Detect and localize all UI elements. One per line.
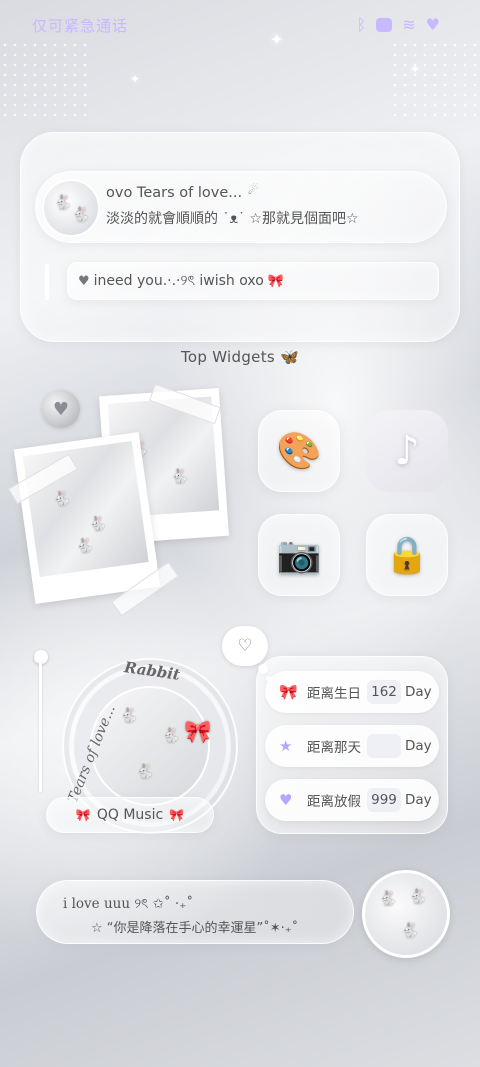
tonearm	[34, 650, 48, 800]
quote-line-1: i love uuu ୨ৎ ✩˚ ‧₊˚	[63, 896, 194, 912]
countdown-row[interactable]: ♥ 距离放假 999 Day	[265, 779, 439, 821]
countdown-row[interactable]: 🎀 距离生日 162 Day	[265, 671, 439, 713]
countdown-label: 距离生日	[307, 686, 361, 702]
countdown-unit: Day	[405, 684, 432, 700]
status-bar: 仅可紧急通话 ᛒ ≋ ♥	[32, 12, 440, 38]
avatar[interactable]: 🐇 🐇	[42, 179, 100, 237]
rabbit-icon: 🐇	[54, 195, 72, 211]
countdown-label: 距离放假	[307, 794, 361, 810]
profile-pill[interactable]: 🐇 🐇 ovo Tears of love... ☄ 淡淡的就會順順的 ˙ᴥ˙ …	[35, 171, 447, 243]
countdown-row[interactable]: ★ 距离那天 Day	[265, 725, 439, 767]
bow-icon: 🎀	[279, 683, 298, 701]
wifi-icon: ≋	[402, 15, 416, 34]
bluetooth-icon: ᛒ	[356, 15, 367, 34]
tiktok-icon: ♪	[394, 428, 420, 474]
palette-icon: 🎨	[276, 431, 322, 472]
rabbit-icon: 🐇	[409, 889, 427, 905]
quote-line-2: ☆ “你是降落在手心的幸運星”˚✶‧₊˚	[91, 921, 299, 936]
photo: 🐇 🐇 🐇	[22, 441, 149, 578]
battery-icon	[376, 18, 393, 32]
quote-widget[interactable]: i love uuu ୨ৎ ✩˚ ‧₊˚ ☆ “你是降落在手心的幸運星”˚✶‧₊…	[36, 880, 354, 944]
bow-icon: 🎀	[169, 808, 185, 822]
rabbit-icon: 🐇	[87, 515, 108, 534]
qq-music-label: QQ Music	[96, 807, 164, 823]
camera-app-icon[interactable]: 📷	[258, 514, 340, 596]
rabbit-icon: 🐇	[120, 708, 138, 724]
rabbit-icon: 🐇	[162, 728, 180, 744]
paint-app-icon[interactable]: 🎨	[258, 410, 340, 492]
heart-lock-icon: 🔒	[384, 535, 430, 576]
rabbit-icon: 🐇	[401, 923, 419, 939]
ribbon-bow-icon: 🎀	[184, 720, 212, 745]
heart-badge-icon: ♥	[42, 390, 80, 428]
rabbit-icon: 🐇	[72, 207, 90, 223]
comet-icon: ☄	[248, 183, 259, 197]
bow-icon: 🎀	[75, 808, 91, 822]
decorative-dots-right	[390, 40, 480, 120]
divider	[45, 264, 49, 300]
message-text: ineed you.·.·୨ৎ iwish oxo	[93, 273, 264, 289]
sparkle-icon: ✦	[130, 72, 141, 86]
rabbit-icon: 🐇	[379, 891, 397, 907]
qq-music-button[interactable]: 🎀 QQ Music 🎀	[46, 797, 214, 833]
bow-icon: 🎀	[267, 273, 285, 289]
heart-icon: ♥	[425, 15, 440, 34]
camera-icon: 📷	[276, 535, 322, 576]
decorative-dots-left	[0, 40, 90, 120]
countdown-value: 162	[367, 680, 401, 704]
message-pill[interactable]: ♥ ineed you.·.·୨ৎ iwish oxo 🎀	[67, 262, 439, 300]
status-icons: ᛒ ≋ ♥	[357, 17, 440, 33]
rabbit-icon: 🐇	[74, 537, 95, 556]
countdown-value: 999	[367, 788, 401, 812]
heart-icon: ♥	[279, 791, 293, 809]
rabbit-icon: 🐇	[136, 764, 154, 780]
heart-lock-app-icon[interactable]: 🔒	[366, 514, 448, 596]
carrier-text: 仅可紧急通话	[32, 16, 129, 35]
photo-polaroid-front[interactable]: 🐇 🐇 🐇	[13, 431, 161, 605]
countdown-label: 距离那天	[307, 740, 361, 756]
sparkle-icon: ✦	[410, 62, 421, 76]
profile-widget[interactable]: 🐇 🐇 ovo Tears of love... ☄ 淡淡的就會順順的 ˙ᴥ˙ …	[20, 132, 460, 342]
star-icon: ★	[279, 737, 293, 755]
countdown-unit: Day	[405, 792, 432, 808]
section-title: Top Widgets 🦋	[180, 348, 300, 366]
tiktok-app-icon[interactable]: ♪	[366, 410, 448, 492]
countdown-widget[interactable]: 🎀 距离生日 162 Day ★ 距离那天 Day ♥ 距离放假 999 Day	[256, 656, 448, 834]
photo-circle-widget[interactable]: 🐇 🐇 🐇	[362, 870, 450, 958]
profile-name: ovo Tears of love...	[106, 185, 243, 201]
profile-quote: 淡淡的就會順順的 ˙ᴥ˙ ☆那就見個面吧☆	[106, 211, 359, 227]
countdown-value	[367, 734, 401, 758]
rabbit-icon: 🐇	[52, 490, 72, 509]
countdown-unit: Day	[405, 738, 432, 754]
rabbit-icon: 🐇	[170, 468, 189, 486]
heart-icon: ♥	[78, 273, 90, 289]
